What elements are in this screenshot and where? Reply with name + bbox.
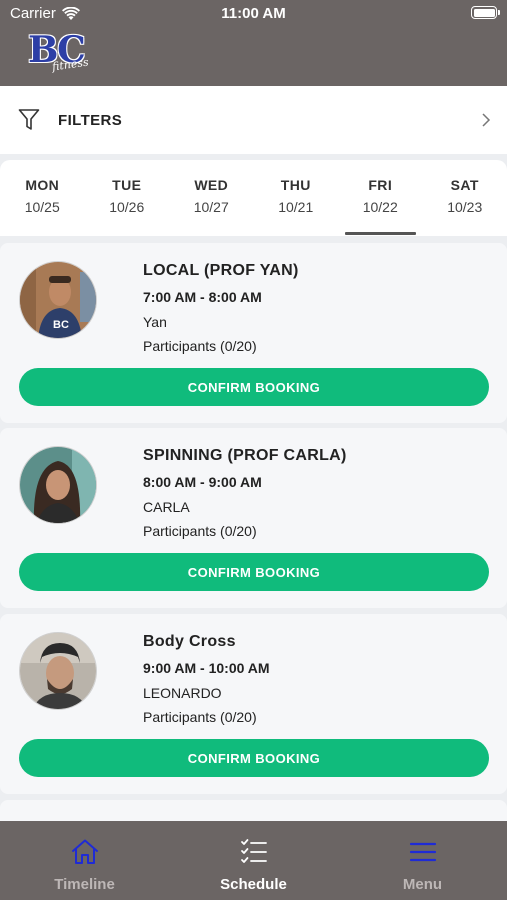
day-date: 10/27 [193, 199, 229, 215]
svg-text:BC: BC [53, 319, 69, 331]
brand-logo[interactable]: BC fitness [28, 30, 94, 78]
day-name: WED [194, 177, 229, 193]
day-tab-sat[interactable]: SAT 10/23 [423, 160, 507, 236]
status-time: 11:00 AM [221, 5, 286, 22]
day-date: 10/25 [24, 199, 60, 215]
battery-icon [471, 6, 500, 19]
class-time: 8:00 AM - 9:00 AM [143, 474, 262, 490]
filter-icon [18, 109, 40, 130]
class-title: Body Cross [143, 633, 236, 650]
day-date: 10/21 [278, 199, 314, 215]
filters-label: FILTERS [58, 111, 123, 129]
day-tab-mon[interactable]: MON 10/25 [0, 160, 85, 236]
class-participants: Participants (0/20) [143, 338, 257, 354]
instructor-avatar: BC [19, 261, 97, 339]
day-name: FRI [368, 177, 393, 193]
instructor-avatar [19, 632, 97, 710]
class-teacher: Yan [143, 314, 167, 330]
instructor-avatar [19, 446, 97, 524]
day-tab-wed[interactable]: WED 10/27 [169, 160, 254, 236]
class-card: SPINNING (PROF CARLA) 8:00 AM - 9:00 AM … [0, 428, 507, 608]
tab-label: Schedule [220, 876, 287, 893]
tab-label: Timeline [54, 876, 115, 893]
day-name: SAT [450, 177, 479, 193]
chevron-right-icon [482, 113, 491, 127]
app-header: Carrier 11:00 AM BC fitness [0, 0, 507, 86]
class-time: 7:00 AM - 8:00 AM [143, 289, 262, 305]
class-time: 9:00 AM - 10:00 AM [143, 660, 270, 676]
day-tab-tue[interactable]: TUE 10/26 [85, 160, 170, 236]
tab-label: Menu [402, 876, 443, 893]
confirm-booking-button[interactable]: CONFIRM BOOKING [19, 739, 489, 777]
day-name: MON [25, 177, 60, 193]
class-participants: Participants (0/20) [143, 709, 257, 725]
day-name: THU [280, 177, 311, 193]
bottom-tab-bar: Timeline Schedule Menu [0, 821, 507, 900]
tab-schedule[interactable]: Schedule [169, 821, 338, 900]
confirm-booking-button[interactable]: CONFIRM BOOKING [19, 553, 489, 591]
class-title: SPINNING (PROF CARLA) [143, 447, 347, 464]
day-tab-fri[interactable]: FRI 10/22 [338, 160, 423, 236]
hamburger-icon [409, 842, 436, 862]
day-date: 10/26 [109, 199, 145, 215]
status-bar: Carrier 11:00 AM [0, 0, 507, 28]
class-teacher: LEONARDO [143, 685, 222, 701]
class-title: LOCAL (PROF YAN) [143, 262, 299, 279]
class-card: Body Cross 9:00 AM - 10:00 AM LEONARDO P… [0, 614, 507, 794]
day-name: TUE [112, 177, 142, 193]
class-card: BC LOCAL (PROF YAN) 7:00 AM - 8:00 AM Ya… [0, 243, 507, 423]
day-selector: MON 10/25 TUE 10/26 WED 10/27 THU 10/21 … [0, 160, 507, 236]
day-tab-thu[interactable]: THU 10/21 [254, 160, 339, 236]
checklist-icon [240, 839, 267, 863]
tab-timeline[interactable]: Timeline [0, 821, 169, 900]
class-participants: Participants (0/20) [143, 523, 257, 539]
tab-menu[interactable]: Menu [338, 821, 507, 900]
home-icon [71, 839, 98, 864]
confirm-booking-button[interactable]: CONFIRM BOOKING [19, 368, 489, 406]
day-date: 10/22 [362, 199, 398, 215]
class-teacher: CARLA [143, 499, 190, 515]
filters-bar[interactable]: FILTERS [0, 86, 507, 154]
day-date: 10/23 [447, 199, 483, 215]
